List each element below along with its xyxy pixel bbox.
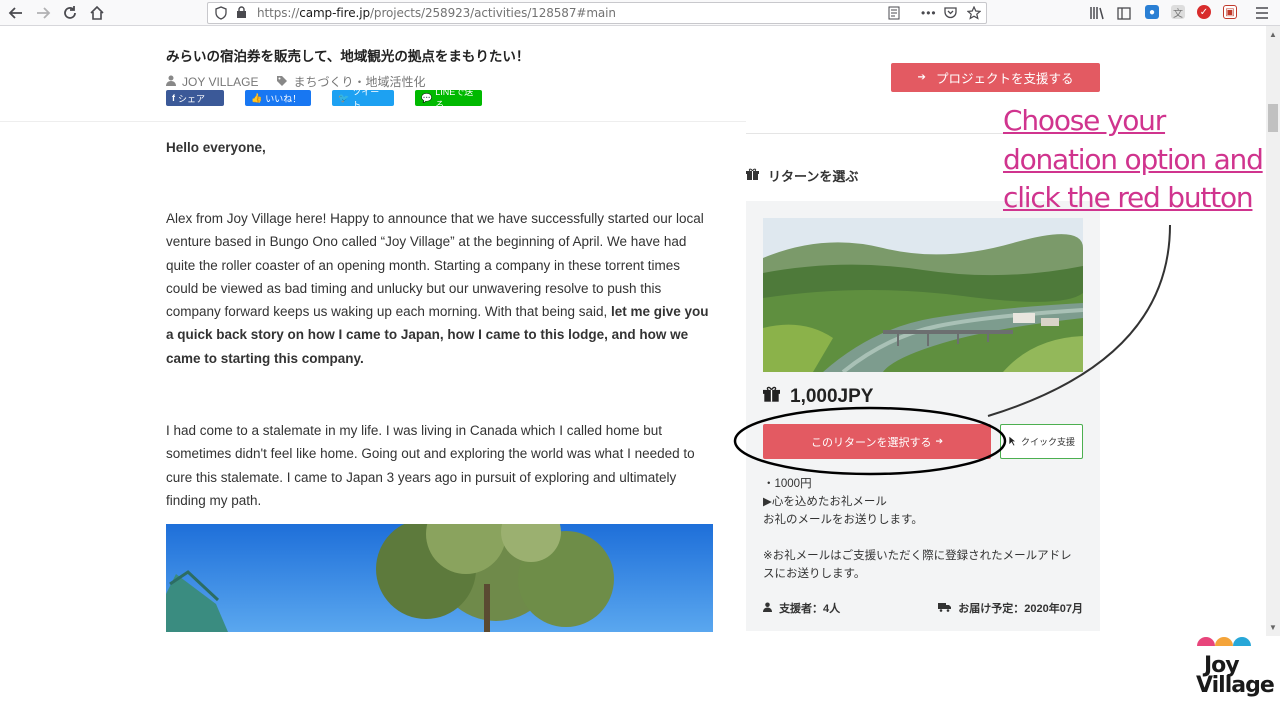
logo-wordmark: Joy Village (1196, 655, 1275, 698)
delivery-date: お届け予定：2020年07月 (938, 600, 1083, 616)
lock-icon[interactable] (236, 6, 247, 22)
gift-icon (763, 386, 780, 408)
tag-icon (276, 75, 288, 89)
reader-view-icon[interactable] (888, 6, 900, 23)
return-price-text: 1,000JPY (790, 386, 874, 407)
select-return-button[interactable]: このリターンを選択する ➔ (763, 424, 991, 459)
line-share-button[interactable]: 💬 LINEで送る (415, 87, 482, 110)
project-title: みらいの宿泊券を販売して、地域観光の拠点をまもりたい！ (166, 49, 530, 64)
annotation-line: Choose your (1003, 104, 1166, 137)
user-icon (763, 602, 775, 615)
scroll-up-icon[interactable]: ▲ (1266, 28, 1280, 40)
tweet-button[interactable]: 🐦 ツイート (332, 87, 394, 110)
article-greeting: Hello everyone, (166, 140, 266, 155)
return-image (763, 218, 1083, 372)
instruction-annotation: Choose your donation option and click th… (1003, 102, 1273, 218)
return-price: 1,000JPY (763, 386, 873, 408)
arrow-circle-icon: ➔ (935, 436, 943, 446)
share-buttons: f シェア 👍 いいね！ 🐦 ツイート 💬 LINEで送る (166, 87, 503, 110)
header-divider (0, 121, 746, 122)
desc-line: ▶心を込めたお礼メール (763, 496, 887, 508)
supporters-count: 支援者：4人 (763, 600, 840, 616)
tracking-shield-icon[interactable] (215, 6, 227, 23)
desc-line: ・1000円 (763, 478, 812, 490)
delivery-text: お届け予定：2020年07月 (958, 603, 1083, 615)
annotation-line: donation option and (1003, 142, 1264, 176)
returns-heading-text: リターンを選ぶ (768, 169, 859, 184)
page-actions-icon[interactable]: ••• (921, 6, 937, 20)
url-bar[interactable]: https://camp-fire.jp/projects/258923/act… (207, 2, 987, 24)
desc-line: お礼のメールをお送りします。 (763, 514, 923, 526)
back-icon[interactable] (6, 3, 26, 23)
line-icon: 💬 (421, 92, 433, 103)
select-return-label: このリターンを選択する (811, 436, 932, 449)
paragraph-1-text: Alex from Joy Village here! Happy to ann… (166, 211, 704, 320)
line-label: LINEで送る (435, 87, 474, 110)
tweet-label: ツイート (352, 87, 380, 110)
facebook-share-button[interactable]: f シェア (166, 90, 224, 106)
article-photo (166, 524, 713, 632)
quick-support-label: クイック支援 (1020, 437, 1075, 447)
pocket-icon[interactable] (944, 6, 957, 22)
arrow-circle-icon: ➔ (917, 72, 926, 83)
extension-account-icon[interactable]: ● (1145, 5, 1159, 19)
article-paragraph-1: Alex from Joy Village here! Happy to ann… (166, 207, 714, 370)
desc-line: ※お礼メールはご支援いただく際に登録されたメールアドレスにお送りします。 (763, 550, 1072, 580)
facebook-share-label: シェア (178, 93, 206, 104)
logo-line-2: Village (1196, 673, 1275, 698)
support-project-button[interactable]: ➔ プロジェクトを支援する (891, 63, 1100, 92)
scroll-down-icon[interactable]: ▼ (1266, 621, 1280, 633)
forward-icon[interactable] (33, 3, 53, 23)
returns-heading: リターンを選ぶ (746, 166, 858, 185)
browser-toolbar: https://camp-fire.jp/projects/258923/act… (0, 0, 1280, 26)
bookmark-star-icon[interactable] (966, 5, 982, 23)
home-icon[interactable] (87, 3, 107, 23)
return-footer: 支援者：4人 お届け予定：2020年07月 (763, 600, 1083, 616)
reload-icon[interactable] (60, 3, 80, 23)
return-description: ・1000円 ▶心を込めたお礼メール お礼のメールをお送りします。 ※お礼メール… (763, 475, 1083, 583)
quick-support-button[interactable]: クイック支援 (1000, 424, 1083, 459)
support-project-label: プロジェクトを支援する (935, 72, 1074, 86)
thumbs-up-icon: 👍 (251, 92, 263, 103)
sidebar-icon[interactable] (1114, 3, 1134, 23)
facebook-like-button[interactable]: 👍 いいね！ (245, 90, 311, 106)
cursor-icon (1008, 434, 1017, 449)
like-label: いいね！ (265, 93, 302, 104)
twitter-icon: 🐦 (338, 92, 350, 103)
annotation-line: click the red button (1003, 181, 1254, 214)
truck-icon (938, 603, 954, 615)
facebook-icon: f (172, 93, 175, 103)
extension-adblock-icon[interactable]: ✓ (1197, 5, 1211, 19)
project-owner[interactable]: JOY VILLAGE (182, 75, 258, 89)
extension-clipper-icon[interactable]: ▣ (1223, 5, 1237, 19)
article-paragraph-2: I had come to a stalemate in my life. I … (166, 423, 695, 508)
supporters-text: 支援者：4人 (779, 603, 841, 615)
user-icon (166, 75, 176, 89)
library-icon[interactable] (1087, 3, 1107, 23)
gift-icon (746, 168, 759, 184)
url-text[interactable]: https://camp-fire.jp/projects/258923/act… (257, 6, 616, 20)
desc-line (763, 529, 1083, 547)
extension-translate-icon[interactable]: 文 (1171, 5, 1185, 20)
menu-icon[interactable] (1252, 3, 1272, 23)
